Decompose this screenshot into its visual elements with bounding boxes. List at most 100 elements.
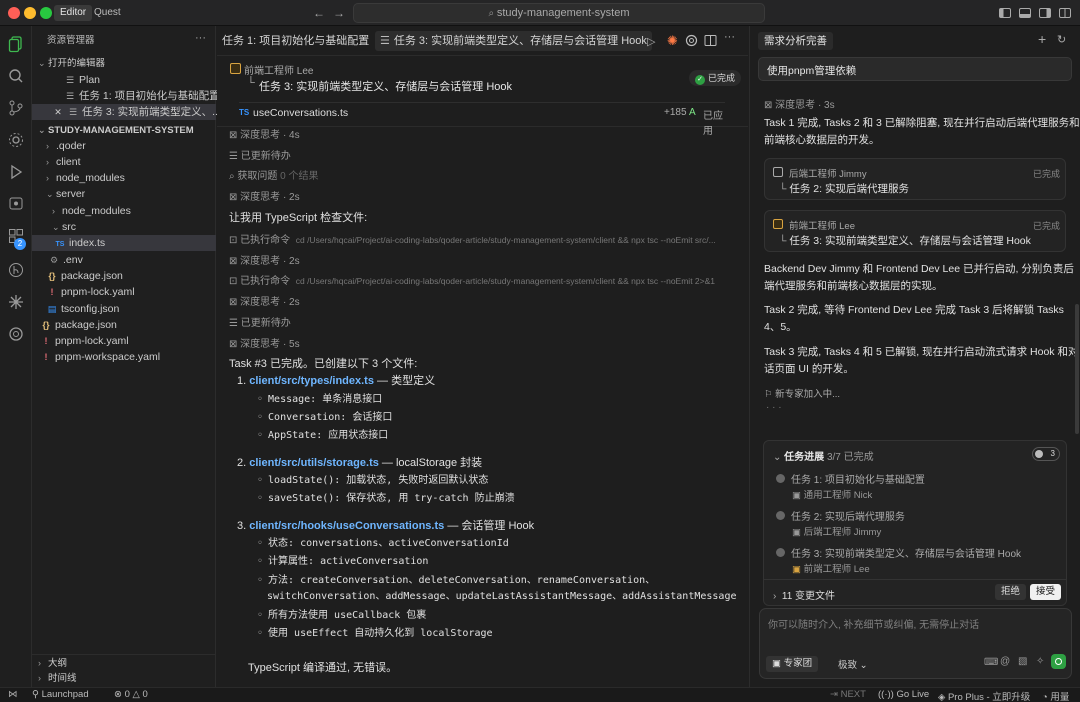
forward-arrow-icon[interactable]: → [332, 6, 346, 20]
list-item-continued: switchConversation、addMessage、updateLast… [267, 591, 737, 602]
check-circle-icon [776, 474, 785, 483]
keyboard-icon[interactable]: ⌨ [984, 657, 998, 668]
tree-item[interactable]: ▤ tsconfig.json [32, 301, 216, 317]
open-editors-header[interactable]: ⌄ 打开的编辑器 [32, 55, 216, 71]
tree-item[interactable]: › .qoder [32, 138, 216, 154]
agent-card[interactable]: 后端工程师 Jimmy 已完成 └ 任务 2: 实现后端代理服务 [764, 158, 1066, 200]
timeline-section[interactable]: › 时间线 [32, 670, 216, 686]
team-selector[interactable]: ▣ 专家团 [766, 656, 819, 672]
command-line[interactable]: ⊡ 已执行命令 cd /Users/hqcai/Project/ai-codin… [229, 231, 737, 246]
new-chat-icon[interactable]: + [1038, 31, 1046, 47]
progress-pill: 3 [1032, 447, 1060, 461]
gear-icon: ⚙ [49, 255, 59, 265]
chat-input-placeholder[interactable]: 你可以随时介入, 补充细节或纠偏, 无需停止对话 [768, 616, 979, 631]
tab-task-1[interactable]: 任务 1: 项目初始化与基础配置 [217, 31, 374, 51]
agent-chat-panel: 需求分析完善 + ↻ 使用pnpm管理依赖 ⊠ 深度思考 · 3s Task 1… [749, 26, 1080, 687]
file-link[interactable]: client/src/hooks/useConversations.ts [249, 520, 444, 532]
progress-header[interactable]: ⌄ 任务进展 3/7 已完成 [773, 448, 874, 463]
mode-editor-toggle[interactable]: Editor [54, 5, 93, 21]
tree-item[interactable]: › client [32, 154, 216, 170]
problems-item[interactable]: ⊗ 0 △ 0 [114, 689, 148, 700]
spark-icon[interactable] [6, 292, 26, 312]
source-control-icon[interactable] [6, 98, 26, 118]
outline-section[interactable]: › 大纲 [32, 654, 216, 670]
search-icon[interactable] [6, 66, 26, 86]
file-change-row[interactable]: TS useConversations.ts +185 A 已应用 [239, 102, 725, 137]
tree-item[interactable]: ⚙ .env [32, 252, 216, 268]
layout-icon[interactable] [1058, 6, 1072, 20]
go-live-item[interactable]: ((·)) Go Live [878, 689, 929, 700]
toggle-panel-icon[interactable] [1018, 6, 1032, 20]
history-icon[interactable]: ↻ [1057, 33, 1066, 46]
chat-tab[interactable]: 需求分析完善 [758, 32, 833, 50]
openai-icon[interactable] [6, 324, 26, 344]
agent-task: └ 任务 2: 实现后端代理服务 [779, 183, 909, 195]
log-line: ☰ 已更新待办 [229, 318, 291, 329]
spark-icon[interactable]: ✺ [667, 33, 678, 49]
open-editor-label: 任务 3: 实现前端类型定义、... [82, 106, 221, 118]
close-icon[interactable]: ✕ [52, 104, 64, 120]
more-actions-icon[interactable]: ··· [724, 31, 735, 43]
toggle-secondary-sidebar-icon[interactable] [1038, 6, 1052, 20]
tree-item[interactable]: {} package.json [32, 317, 216, 333]
open-editor-item[interactable]: ☰ Plan [32, 72, 216, 88]
tab-task-3[interactable]: ☰ 任务 3: 实现前端类型定义、存储层与会话管理 Hook [375, 31, 652, 51]
open-editor-item[interactable]: ✕ ☰ 任务 3: 实现前端类型定义、... [32, 104, 221, 120]
openai-icon[interactable] [685, 34, 698, 47]
usage-item[interactable]: ◔ 用量 [1042, 689, 1069, 702]
accept-button[interactable]: 接受 [1030, 584, 1062, 600]
changed-files-toggle[interactable]: › 11 变更文件 [773, 587, 835, 602]
close-window-button[interactable] [8, 7, 20, 19]
tree-item[interactable]: › node_modules [32, 203, 216, 219]
testing-icon[interactable] [6, 194, 26, 214]
tree-item[interactable]: ! pnpm-lock.yaml [32, 284, 216, 300]
task-item[interactable]: 任务 2: 实现后端代理服务 [776, 508, 905, 523]
spark-icon[interactable]: ✧ [1036, 656, 1044, 667]
tree-item[interactable]: ⌄ src [32, 219, 216, 235]
more-actions-icon[interactable]: ··· [195, 32, 206, 44]
send-button[interactable] [1051, 654, 1066, 669]
extensions-icon[interactable] [6, 130, 26, 150]
tree-item[interactable]: TS index.ts [32, 235, 216, 251]
tree-item[interactable]: {} package.json [32, 268, 216, 284]
reject-button[interactable]: 拒绝 [995, 584, 1027, 600]
maximize-window-button[interactable] [40, 7, 52, 19]
open-editor-item[interactable]: ☰ 任务 1: 项目初始化与基础配置 [32, 88, 220, 104]
remote-icon[interactable]: ⋈ [8, 689, 18, 700]
command-line[interactable]: ⊡ 已执行命令 cd /Users/hqcai/Project/ai-codin… [229, 272, 737, 287]
back-arrow-icon[interactable]: ← [312, 6, 326, 20]
minimize-window-button[interactable] [24, 7, 36, 19]
scrollbar-thumb[interactable] [1075, 304, 1079, 434]
agent-card[interactable]: 前端工程师 Lee 已完成 └ 任务 3: 实现前端类型定义、存储层与会话管理 … [764, 210, 1066, 252]
toggle-sidebar-icon[interactable] [998, 6, 1012, 20]
summary-line: Task #3 已完成。已创建以下 3 个文件: [229, 358, 418, 370]
branch-icon: └ [247, 77, 255, 89]
run-debug-icon[interactable] [6, 162, 26, 182]
tree-item[interactable]: › node_modules [32, 170, 216, 186]
file-link[interactable]: client/src/utils/storage.ts [249, 457, 379, 469]
tree-item[interactable]: ! pnpm-lock.yaml [32, 333, 216, 349]
next-item[interactable]: ⇥ NEXT [830, 689, 866, 700]
file-link[interactable]: client/src/types/index.ts [249, 375, 374, 387]
project-header[interactable]: ⌄ STUDY-MANAGEMENT-SYSTEM [32, 122, 216, 138]
tree-item[interactable]: ! pnpm-workspace.yaml [32, 349, 216, 365]
timeline-icon[interactable] [6, 260, 26, 280]
image-icon[interactable]: ▧ [1018, 656, 1027, 667]
command-search-box[interactable]: ⌕ study-management-system [353, 3, 765, 23]
agent-task: └ 任务 3: 实现前端类型定义、存储层与会话管理 Hook [779, 235, 1031, 247]
plan-upgrade-item[interactable]: ◈ Pro Plus - 立即升级 [938, 689, 1030, 702]
tree-item[interactable]: ⌄ server [32, 186, 216, 202]
split-editor-icon[interactable] [704, 34, 717, 47]
explorer-icon[interactable] [6, 34, 26, 54]
launchpad-item[interactable]: ⚲ Launchpad [32, 689, 89, 700]
play-icon[interactable]: ▷ [647, 35, 655, 48]
task-item[interactable]: 任务 3: 实现前端类型定义、存储层与会话管理 Hook [776, 545, 1021, 560]
mode-quest-toggle[interactable]: Quest [88, 5, 127, 21]
message-paragraph: Backend Dev Jimmy 和 Frontend Dev Lee 已并行… [764, 263, 1074, 292]
chat-input-box[interactable]: 你可以随时介入, 补充细节或纠偏, 无需停止对话 ▣ 专家团 极致 ⌄ ⌨ @ … [759, 608, 1072, 679]
mention-icon[interactable]: @ [1000, 656, 1010, 667]
agent-avatar-icon [773, 167, 783, 177]
terminal-icon: ⊡ [229, 276, 241, 287]
level-selector[interactable]: 极致 ⌄ [838, 657, 868, 671]
task-item[interactable]: 任务 1: 项目初始化与基础配置 [776, 471, 925, 486]
